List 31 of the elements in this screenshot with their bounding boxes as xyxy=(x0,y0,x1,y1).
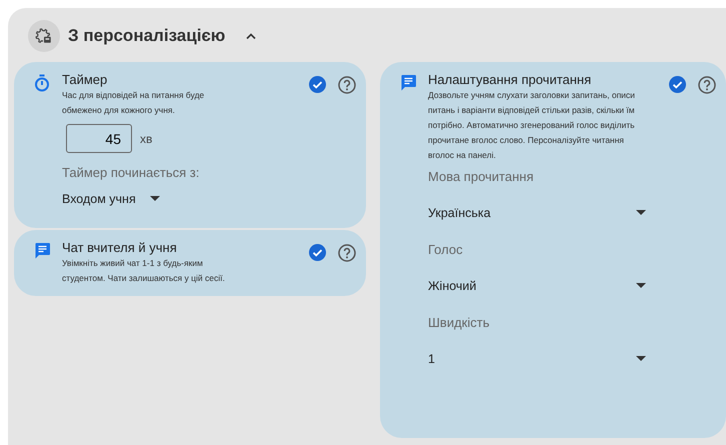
card-description: Увімкніть живий чат 1-1 з будь-яким студентом. Чати залишаються у цій сесії. xyxy=(62,257,226,285)
card-title: Таймер xyxy=(62,72,108,87)
field-label: Таймер починається з: xyxy=(62,165,200,180)
section-title: З персоналізацією xyxy=(68,26,226,46)
card-title: Налаштування прочитання xyxy=(428,72,592,87)
help-icon[interactable] xyxy=(338,244,356,262)
message-icon xyxy=(34,242,51,259)
message-icon xyxy=(400,74,417,91)
card-title: Чат вчителя й учня xyxy=(62,240,178,255)
dropdown[interactable]: 1 xyxy=(428,352,646,366)
dropdown-arrow-icon xyxy=(150,196,160,202)
dropdown-arrow-icon xyxy=(636,210,646,216)
field-label: Швидкість xyxy=(428,315,490,330)
settings-icon xyxy=(28,20,60,52)
dropdown[interactable]: Жіночий xyxy=(428,279,646,293)
card-description: Час для відповідей на питання буде обмежено для кожного учня. xyxy=(62,89,206,117)
dropdown-arrow-icon xyxy=(636,283,646,289)
field-label: Голос xyxy=(428,242,464,257)
dropdown-arrow-icon xyxy=(636,356,646,362)
dropdown[interactable]: Входом учня xyxy=(62,192,160,206)
dropdown[interactable]: Українська xyxy=(428,206,646,220)
check-icon[interactable] xyxy=(669,76,686,93)
check-icon[interactable] xyxy=(309,244,326,261)
check-icon[interactable] xyxy=(309,76,326,93)
duration-input[interactable]: 45 xyxy=(66,124,132,153)
card-description: Дозвольте учням слухати заголовки запитань, описи питань і варіанти відповідей стільки разів, скільки їм потрібно. Автоматично згенерований голос виділить прочитане вголос слово. Персоналізуйте читання вголос на панелі. xyxy=(428,89,636,162)
help-icon[interactable] xyxy=(698,76,716,94)
field-label: Мова прочитання xyxy=(428,169,534,184)
help-icon[interactable] xyxy=(338,76,356,94)
stopwatch-icon xyxy=(34,74,50,92)
unit-label: хв xyxy=(140,132,152,146)
